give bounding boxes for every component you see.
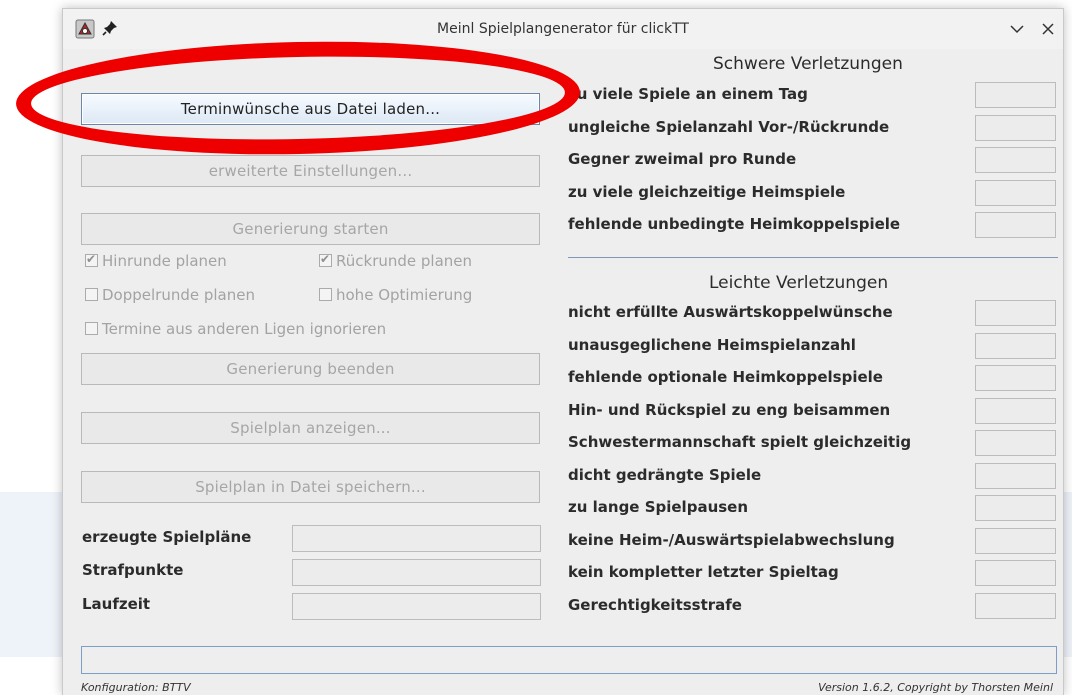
checkbox-box[interactable]: ✔ — [85, 252, 98, 267]
close-icon[interactable] — [1038, 19, 1058, 39]
violation-count-field — [975, 300, 1056, 326]
violation-label: Schwestermannschaft spielt gleichzeitig — [568, 433, 912, 451]
violation-label: nicht erfüllte Auswärtskoppelwünsche — [568, 303, 893, 321]
penalty-points-field — [292, 559, 541, 586]
violation-count-field — [975, 495, 1056, 521]
checkbox-hinrunde[interactable]: ✔ Hinrunde planen — [85, 252, 227, 270]
window-title: Meinl Spielplangenerator für clickTT — [437, 21, 689, 37]
start-generation-button[interactable]: Generierung starten — [81, 213, 540, 245]
violation-count-field — [975, 560, 1056, 586]
violation-label: ungleiche Spielanzahl Vor-/Rückrunde — [568, 117, 890, 136]
save-schedule-button[interactable]: Spielplan in Datei speichern... — [81, 471, 540, 503]
violation-count-field — [975, 82, 1056, 108]
title-bar[interactable]: Meinl Spielplangenerator für clickTT — [63, 9, 1063, 49]
severe-violations-title: Schwere Verletzungen — [713, 54, 903, 74]
stop-generation-button[interactable]: Generierung beenden — [81, 353, 540, 385]
checkbox-doppelrunde[interactable]: Doppelrunde planen — [85, 286, 255, 304]
violation-label: zu viele Spiele an einem Tag — [568, 85, 808, 103]
light-violations-title: Leichte Verletzungen — [709, 273, 889, 293]
checkbox-box[interactable] — [85, 288, 98, 301]
checkbox-label: Rückrunde planen — [336, 252, 473, 270]
violation-label: fehlende optionale Heimkoppelspiele — [568, 368, 883, 386]
show-schedule-button[interactable]: Spielplan anzeigen... — [81, 412, 540, 444]
violation-count-field — [975, 397, 1056, 424]
checkbox-label: Termine aus anderen Ligen ignorieren — [102, 320, 387, 338]
violation-count-field — [975, 179, 1056, 206]
violation-label: unausgeglichene Heimspielanzahl — [568, 335, 856, 354]
violation-count-field — [975, 332, 1056, 359]
violation-count-field — [975, 365, 1056, 391]
chevron-down-icon[interactable] — [1007, 19, 1027, 39]
violation-label: keine Heim-/Auswärtspielabwechslung — [568, 530, 895, 549]
checkbox-box[interactable]: ✔ — [319, 252, 332, 267]
runtime-label: Laufzeit — [82, 595, 151, 613]
violation-count-field — [975, 147, 1056, 173]
checkbox-label: hohe Optimierung — [336, 286, 473, 304]
checkbox-label: Doppelrunde planen — [102, 286, 255, 304]
violation-count-field — [975, 430, 1056, 456]
violation-count-field — [975, 527, 1056, 554]
checkbox-box[interactable] — [85, 322, 98, 335]
advanced-settings-button[interactable]: erweiterte Einstellungen... — [81, 155, 540, 187]
status-bar — [81, 646, 1057, 674]
checkbox-box[interactable] — [319, 288, 332, 301]
version-footer: Version 1.6.2, Copyright by Thorsten Mei… — [818, 681, 1053, 694]
violation-count-field — [975, 114, 1056, 141]
checkbox-label: Hinrunde planen — [102, 252, 227, 270]
section-divider — [568, 257, 1058, 258]
violation-label: kein kompletter letzter Spieltag — [568, 563, 839, 581]
app-window: Meinl Spielplangenerator für clickTT Ter… — [62, 8, 1064, 695]
violation-count-field — [975, 212, 1056, 238]
penalty-points-label: Strafpunkte — [82, 561, 184, 579]
runtime-field — [292, 593, 541, 620]
generated-schedules-label: erzeugte Spielpläne — [82, 528, 252, 546]
checkbox-hohe-optimierung[interactable]: hohe Optimierung — [319, 286, 472, 304]
checkbox-rueckrunde[interactable]: ✔ Rückrunde planen — [319, 252, 472, 270]
generated-schedules-field — [292, 525, 541, 552]
config-footer: Konfiguration: BTTV — [81, 681, 191, 694]
violation-label: Gerechtigkeitsstrafe — [568, 595, 742, 614]
violation-count-field — [975, 592, 1056, 619]
violation-label: zu viele gleichzeitige Heimspiele — [568, 182, 846, 201]
violation-label: zu lange Spielpausen — [568, 498, 749, 516]
violation-label: Hin- und Rückspiel zu eng beisammen — [568, 400, 891, 419]
load-wishes-button[interactable]: Terminwünsche aus Datei laden... — [81, 93, 540, 125]
violation-label: dicht gedrängte Spiele — [568, 465, 762, 484]
checkbox-ignore-other-leagues[interactable]: Termine aus anderen Ligen ignorieren — [85, 320, 386, 338]
violation-label: fehlende unbedingte Heimkoppelspiele — [568, 215, 901, 233]
violation-label: Gegner zweimal pro Runde — [568, 150, 797, 168]
violation-count-field — [975, 462, 1056, 489]
